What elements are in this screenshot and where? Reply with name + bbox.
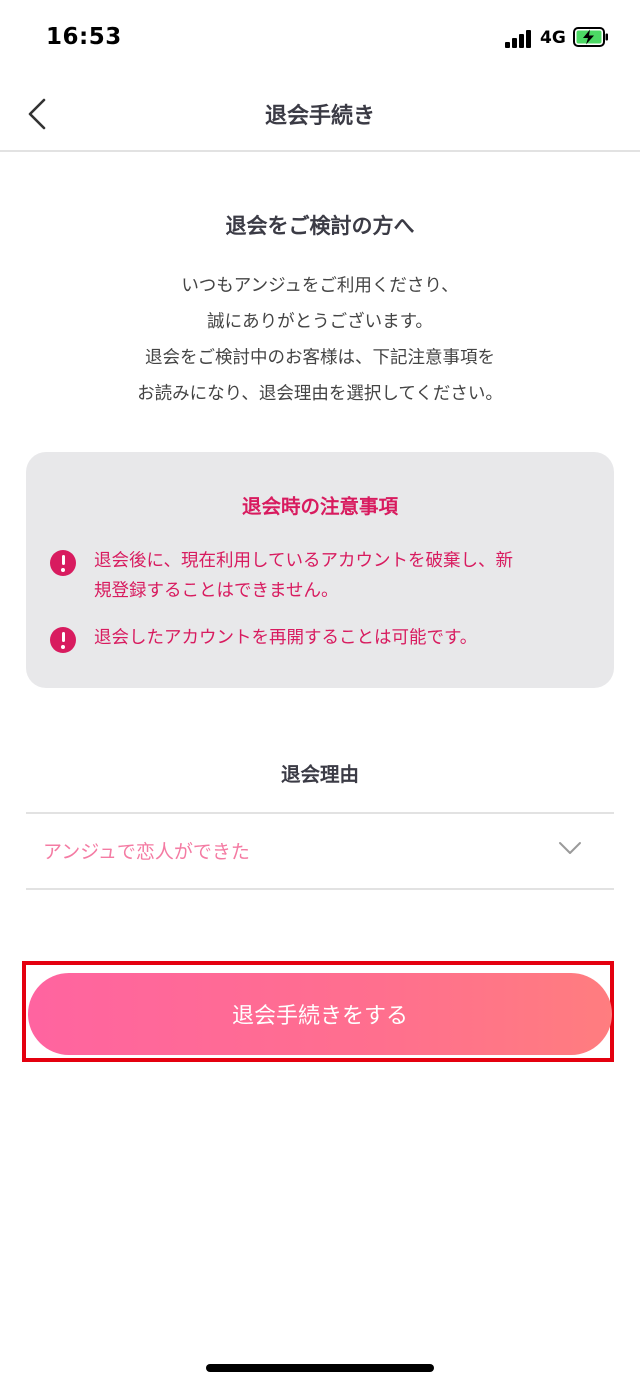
status-time: 16:53: [46, 24, 122, 50]
chevron-down-icon: [559, 842, 581, 854]
intro-heading: 退会をご検討の方へ: [225, 214, 415, 238]
alert-icon: [50, 627, 76, 653]
intro-text: いつもアンジュをご利用くださり、 誠にありがとうございます。 退会をご検討中のお…: [0, 268, 640, 412]
submit-withdrawal-button[interactable]: 退会手続きをする: [28, 973, 612, 1055]
notice-item: 退会後に、現在利用しているアカウントを破棄し、新 規登録することはできません。: [50, 546, 598, 606]
notice-box: 退会時の注意事項 退会後に、現在利用しているアカウントを破棄し、新 規登録するこ…: [26, 452, 614, 688]
notice-item: 退会したアカウントを再開することは可能です。: [50, 623, 598, 653]
reason-select[interactable]: アンジュで恋人ができた: [26, 812, 614, 890]
reason-label: 退会理由: [280, 763, 359, 786]
signal-icon: [505, 30, 535, 48]
notice-line: 退会後に、現在利用しているアカウントを破棄し、新: [94, 551, 513, 571]
alert-icon: [50, 550, 76, 576]
intro-line: いつもアンジュをご利用くださり、: [181, 276, 459, 296]
notice-line: 規登録することはできません。: [94, 581, 339, 601]
notice-line: 退会したアカウントを再開することは可能です。: [94, 628, 478, 648]
reason-selected-value: アンジュで恋人ができた: [43, 841, 250, 863]
nav-bar: 退会手続き: [0, 78, 640, 152]
home-indicator: [206, 1364, 434, 1372]
intro-line: 誠にありがとうございます。: [207, 312, 433, 332]
network-type: 4G: [540, 28, 566, 48]
intro-line: お読みになり、退会理由を選択してください。: [137, 384, 503, 404]
notice-text: 退会したアカウントを再開することは可能です。: [94, 623, 477, 653]
status-bar: 16:53 4G: [0, 0, 640, 78]
notice-text: 退会後に、現在利用しているアカウントを破棄し、新 規登録することはできません。: [94, 546, 513, 606]
intro-line: 退会をご検討中のお客様は、下記注意事項を: [145, 348, 495, 368]
battery-charging-icon: [573, 27, 608, 47]
notice-title: 退会時の注意事項: [241, 495, 398, 518]
page-title: 退会手続き: [264, 104, 375, 129]
